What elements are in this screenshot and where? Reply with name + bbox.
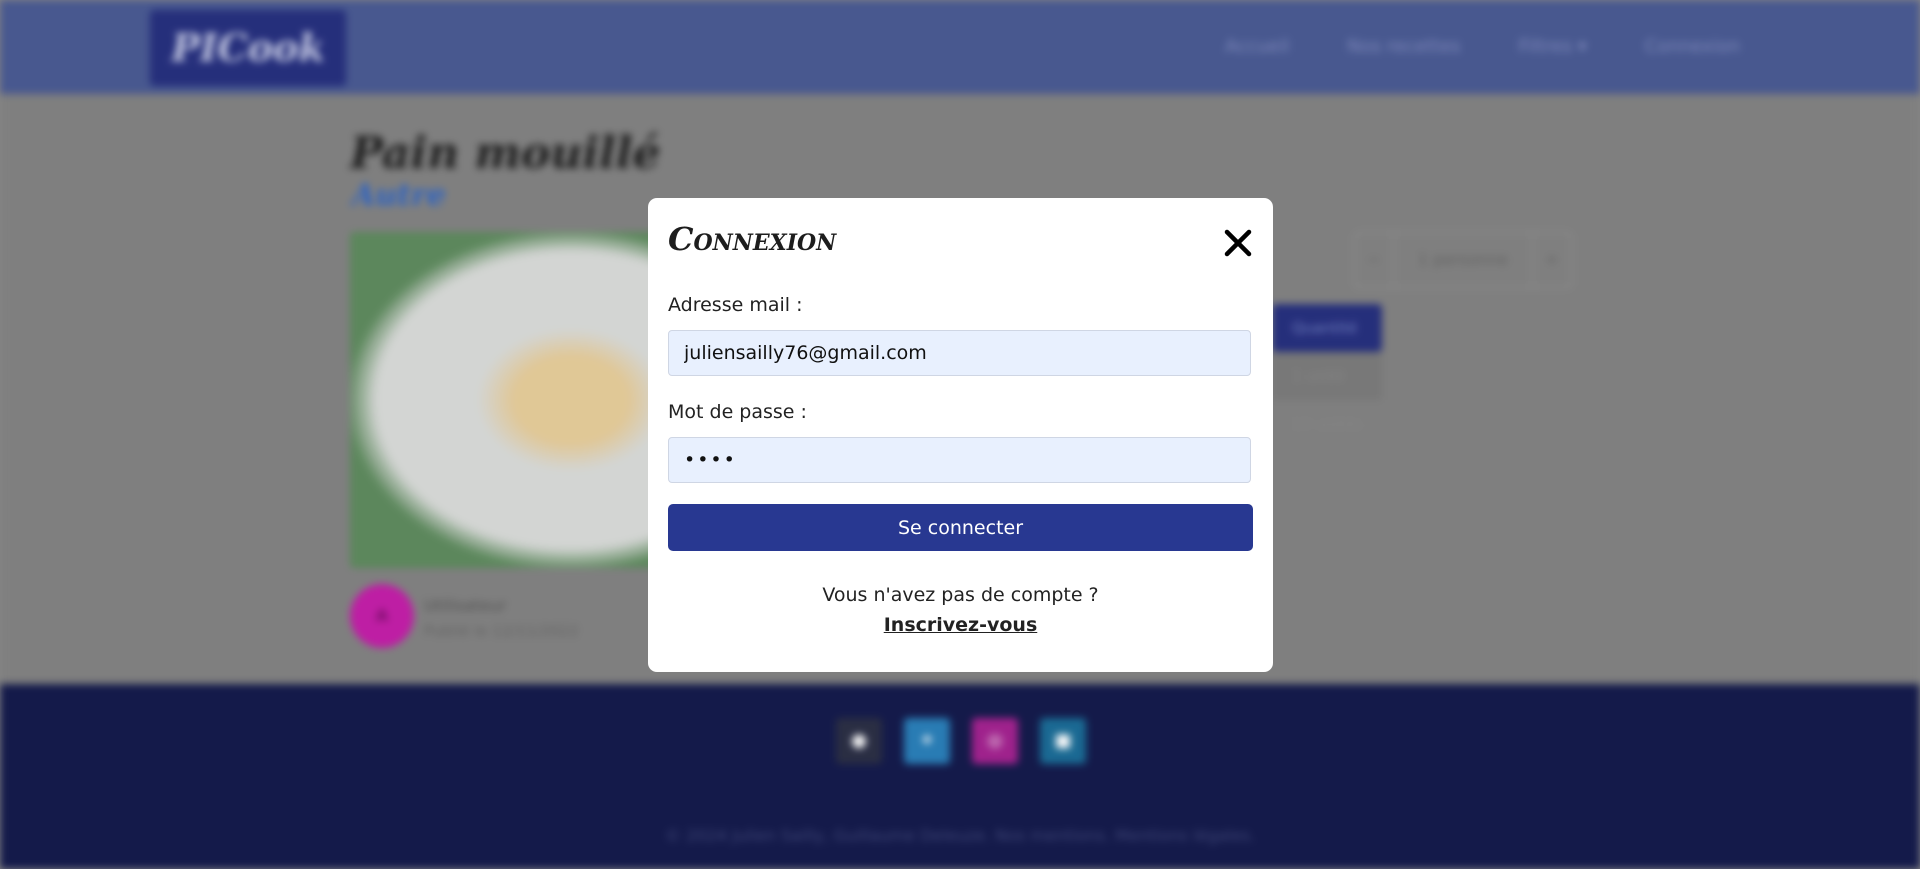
close-button[interactable] xyxy=(1221,226,1255,260)
signup-prompt: Vous n'avez pas de compte ? xyxy=(822,584,1099,606)
password-field[interactable] xyxy=(668,437,1251,483)
signup-link[interactable]: Inscrivez-vous xyxy=(648,614,1273,636)
password-label: Mot de passe : xyxy=(668,401,807,423)
login-modal: Connexion Adresse mail : Mot de passe : … xyxy=(648,198,1273,672)
email-label: Adresse mail : xyxy=(668,294,803,316)
email-field[interactable] xyxy=(668,330,1251,376)
login-button[interactable]: Se connecter xyxy=(668,504,1253,551)
modal-title: Connexion xyxy=(668,220,837,258)
close-icon xyxy=(1224,229,1252,257)
